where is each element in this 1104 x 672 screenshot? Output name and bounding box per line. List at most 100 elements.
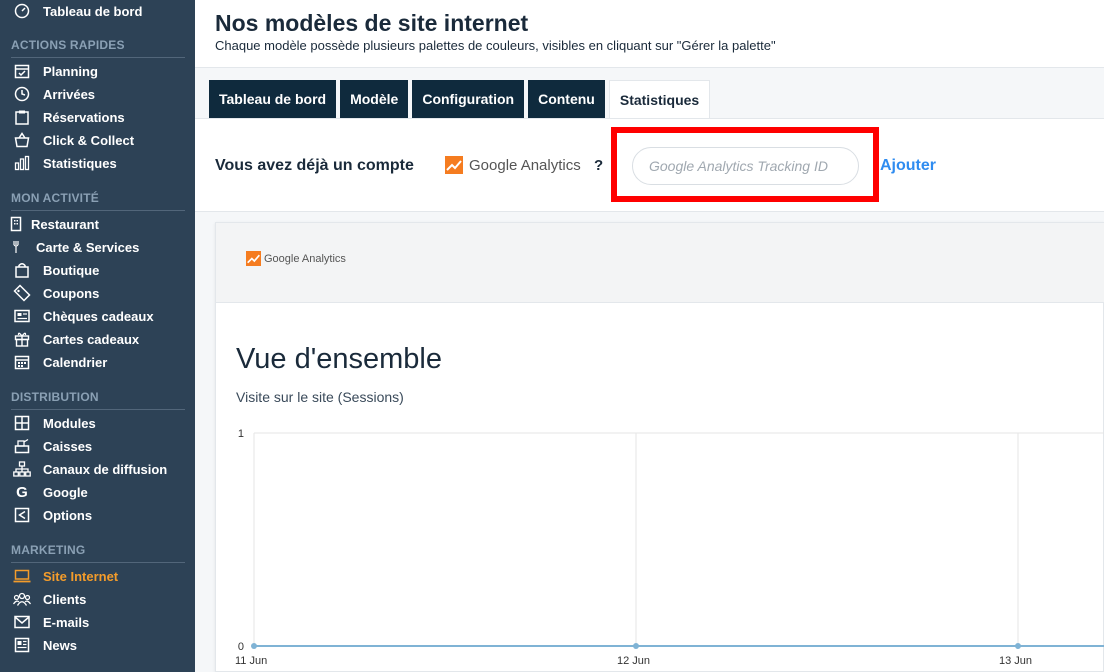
chart-x-tick-label: 13 Jun	[999, 655, 1032, 667]
sidebar-item-e-mails[interactable]: E-mails	[0, 611, 195, 633]
sessions-line-chart: 1 0 11 Jun 12 Jun 13 Jun	[235, 428, 1104, 667]
google-analytics-icon	[445, 156, 463, 174]
sidebar-item-label: Cartes cadeaux	[43, 331, 140, 347]
section-header-marketing: MARKETING	[11, 543, 185, 563]
building-icon	[6, 214, 26, 234]
clipboard-icon	[12, 107, 32, 127]
sidebar-item-reservations[interactable]: Réservations	[0, 106, 195, 128]
sidebar-item-carte-services[interactable]: Carte & Services	[0, 236, 195, 258]
sidebar-item-canaux-de-diffusion[interactable]: Canaux de diffusion	[0, 458, 195, 480]
google-analytics-icon	[246, 251, 261, 266]
google-icon: G	[16, 483, 28, 501]
laptop-icon	[12, 566, 32, 586]
sidebar-item-label: Calendrier	[43, 354, 108, 370]
grid-icon	[12, 413, 32, 433]
sidebar-item-cheques-cadeaux[interactable]: Chèques cadeaux	[0, 305, 195, 327]
sidebar-item-boutique[interactable]: Boutique	[0, 259, 195, 281]
chart-x-tick-label: 12 Jun	[617, 655, 650, 667]
tab-configuration[interactable]: Configuration	[412, 80, 525, 118]
sidebar-item-clients[interactable]: Clients	[0, 588, 195, 610]
sidebar-item-arrivees[interactable]: Arrivées	[0, 83, 195, 105]
tracking-id-input[interactable]	[632, 147, 859, 185]
sidebar-item-label: Réservations	[43, 109, 125, 125]
sidebar-item-label: Carte & Services	[36, 239, 140, 255]
sidebar-item-statistiques[interactable]: Statistiques	[0, 152, 195, 174]
sidebar-item-site-internet[interactable]: Site Internet	[0, 565, 195, 587]
chart-data-point	[1015, 643, 1021, 649]
sidebar-item-label: Boutique	[43, 262, 100, 278]
chart-x-tick-label: 11 Jun	[235, 655, 267, 667]
sidebar-item-restaurant[interactable]: Restaurant	[0, 213, 195, 235]
sidebar-item-label: Statistiques	[43, 155, 117, 171]
section-header-actions-rapides: ACTIONS RAPIDES	[11, 38, 185, 58]
tab-modele[interactable]: Modèle	[340, 80, 409, 118]
sidebar-item-click-collect[interactable]: Click & Collect	[0, 129, 195, 151]
envelope-icon	[12, 612, 32, 632]
sidebar-item-cartes-cadeaux[interactable]: Cartes cadeaux	[0, 328, 195, 350]
voucher-icon	[12, 306, 32, 326]
sidebar-item-coupons[interactable]: Coupons	[0, 282, 195, 304]
help-icon[interactable]: ?	[594, 157, 603, 174]
section-header-distribution: DISTRIBUTION	[11, 390, 185, 410]
sidebar-item-caisses[interactable]: Caisses	[0, 435, 195, 457]
tab-statistiques[interactable]: Statistiques	[608, 80, 711, 118]
sidebar-item-tableau-de-bord[interactable]: Tableau de bord	[0, 0, 195, 22]
sidebar-item-news[interactable]: News	[0, 634, 195, 656]
section-header-mon-activite: MON ACTIVITÉ	[11, 191, 185, 211]
shopping-bag-icon	[12, 260, 32, 280]
sitemap-icon	[12, 459, 32, 479]
overview-title: Vue d'ensemble	[236, 343, 442, 375]
tab-contenu[interactable]: Contenu	[528, 80, 605, 118]
chart-data-point	[633, 643, 639, 649]
google-analytics-logo-text: Google Analytics	[469, 156, 581, 174]
calendar-icon	[12, 352, 32, 372]
sidebar-item-label: Tableau de bord	[43, 3, 143, 19]
sidebar-item-label: Clients	[43, 591, 87, 607]
sidebar-item-label: Planning	[43, 63, 98, 79]
sidebar-item-label: Arrivées	[43, 86, 96, 102]
bar-chart-icon	[12, 153, 32, 173]
utensils-icon	[8, 237, 28, 257]
chart-data-point	[251, 643, 257, 649]
clock-icon	[12, 84, 32, 104]
newspaper-icon	[12, 635, 32, 655]
add-button[interactable]: Ajouter	[880, 157, 936, 175]
sidebar-item-label: Options	[43, 507, 93, 523]
sidebar-item-label: E-mails	[43, 614, 90, 630]
gauge-icon	[12, 1, 32, 21]
tab-bar: Tableau de bord Modèle Configuration Con…	[209, 80, 714, 118]
shopping-basket-icon	[12, 130, 32, 150]
sidebar-item-options[interactable]: Options	[0, 504, 195, 526]
sidebar-item-label: Site Internet	[43, 568, 119, 584]
sidebar-item-google[interactable]: G Google	[0, 481, 195, 503]
sidebar-item-modules[interactable]: Modules	[0, 412, 195, 434]
sidebar-item-label: Restaurant	[31, 216, 99, 232]
cash-register-icon	[12, 436, 32, 456]
share-icon	[12, 505, 32, 525]
tab-tableau-de-bord[interactable]: Tableau de bord	[209, 80, 337, 118]
account-label: Vous avez déjà un compte	[215, 157, 414, 174]
card-google-analytics-logo: Google Analytics	[246, 251, 346, 266]
calendar-check-icon	[12, 61, 32, 81]
chart-y-tick-label: 0	[238, 641, 244, 653]
card-google-analytics-logo-text: Google Analytics	[264, 252, 346, 265]
main-area: Nos modèles de site internet Chaque modè…	[195, 0, 1104, 672]
sidebar-item-label: Canaux de diffusion	[43, 461, 168, 477]
sidebar-item-label: Coupons	[43, 285, 100, 301]
statistics-content: Vous avez déjà un compte Google Analytic…	[195, 118, 1104, 672]
sidebar-item-label: Click & Collect	[43, 132, 135, 148]
sidebar-item-calendrier[interactable]: Calendrier	[0, 351, 195, 373]
users-icon	[12, 589, 32, 609]
sidebar-item-label: Modules	[43, 415, 96, 431]
sidebar: Tableau de bord ACTIONS RAPIDES Planning…	[0, 0, 195, 672]
sidebar-item-label: Caisses	[43, 438, 93, 454]
tag-icon	[12, 283, 32, 303]
chart-y-tick-label: 1	[238, 428, 244, 440]
sidebar-item-label: News	[43, 637, 77, 653]
analytics-account-row: Vous avez déjà un compte Google Analytic…	[195, 118, 1104, 212]
sidebar-item-planning[interactable]: Planning	[0, 60, 195, 82]
analytics-card: Google Analytics Vue d'ensemble Visite s…	[215, 222, 1104, 672]
sidebar-item-label: Google	[43, 484, 88, 500]
page-title: Nos modèles de site internet	[215, 10, 529, 36]
sidebar-item-label: Chèques cadeaux	[43, 308, 154, 324]
